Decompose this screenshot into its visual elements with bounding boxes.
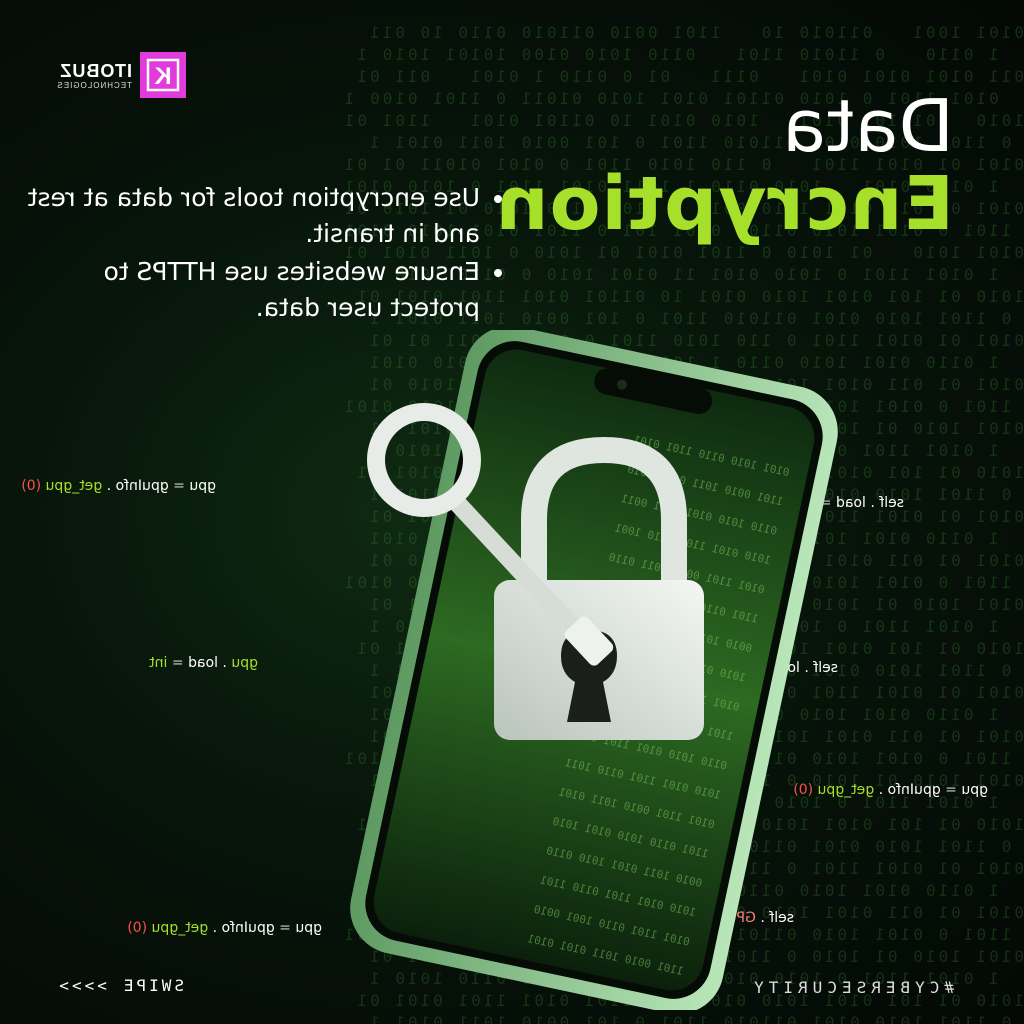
swipe-label: SWIPE xyxy=(120,976,184,995)
bullet-item: Use encryption tools for data at rest an… xyxy=(10,180,480,252)
svg-text:K: K xyxy=(154,63,172,90)
code-snippet: gpu = gpuInfo . get_gpu (0) xyxy=(21,478,216,494)
phone-illustration: 0101 1010 0110 1101 0101 1101 0010 1011 … xyxy=(344,326,844,1014)
hashtag-label: #CYBERSECURITY xyxy=(749,978,954,997)
logo-text: ITOBUZ TECHNOLOGIES xyxy=(56,61,132,90)
title-line-2: Encryption xyxy=(494,161,954,247)
itobuz-logo: K ITOBUZ TECHNOLOGIES xyxy=(56,52,186,98)
bullet-item: Ensure websites use HTTPS to protect use… xyxy=(10,254,480,326)
brand-subtitle: TECHNOLOGIES xyxy=(56,80,132,90)
mirrored-canvas: 0101 1001 011010 10 1101 0010 011010 011… xyxy=(0,0,1024,1024)
swipe-arrows-icon: >>>> xyxy=(56,976,107,995)
phone-lock-graphic: 0101 1010 0110 1101 0101 1101 0010 1011 … xyxy=(350,326,838,1014)
k-logo-glyph: K xyxy=(146,58,180,92)
bullet-list: Use encryption tools for data at rest an… xyxy=(10,180,504,328)
swipe-indicator[interactable]: SWIPE >>>> xyxy=(56,976,184,995)
code-snippet: gpu = gpuInfo . get_gpu (0) xyxy=(127,920,322,936)
brand-name: ITOBUZ xyxy=(59,60,132,81)
code-snippet: gpu . load = int xyxy=(149,655,258,671)
title-line-1: Data xyxy=(782,84,954,168)
logo-mark-icon: K xyxy=(140,52,186,98)
